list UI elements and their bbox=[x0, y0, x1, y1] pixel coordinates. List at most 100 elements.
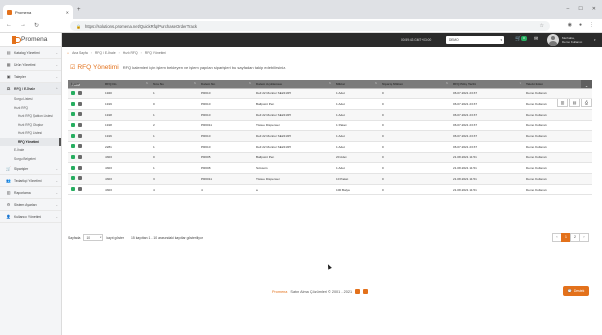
edit-icon[interactable] bbox=[71, 133, 75, 138]
profile-icon[interactable]: ● bbox=[579, 22, 582, 28]
sidebar-item-rfq[interactable]: ⚖ RFQ / E-İhale ⌃ bbox=[0, 83, 61, 95]
company-select[interactable]: DEMO ▾ bbox=[446, 36, 504, 44]
message-icon[interactable]: ✉ bbox=[534, 36, 538, 42]
user-info[interactable]: Merhaba, Demo Kullanıcı bbox=[562, 36, 582, 44]
maximize-icon[interactable]: ☐ bbox=[578, 6, 582, 12]
breadcrumb-home[interactable]: Ana Sayfa bbox=[72, 51, 88, 55]
cell-sira-no: 0 bbox=[150, 98, 198, 110]
edit-icon[interactable] bbox=[71, 176, 75, 181]
sidebar-item-tedarikci[interactable]: 👥 Tedarikçi Yönetimi ⌄ bbox=[0, 175, 61, 187]
sort-icon: ⇅ bbox=[248, 82, 251, 85]
extension-icon[interactable]: ◉ bbox=[568, 22, 572, 28]
sidebar-sub-e-ihale[interactable]: E-İhale bbox=[0, 146, 61, 155]
pagination-info: 15 kayıttan 1 - 10 arasındaki kayıtlar g… bbox=[130, 235, 203, 240]
edit-icon[interactable] bbox=[71, 90, 75, 95]
sidebar-item-siparisler[interactable]: 🛒 Siparişler ⌄ bbox=[0, 163, 61, 175]
cell-rfq-no: 4303 bbox=[102, 162, 150, 174]
sidebar-sub-sorgu-listesi[interactable]: Sorgu Listesi bbox=[0, 95, 61, 104]
new-tab-icon[interactable]: + bbox=[77, 7, 81, 13]
cell-siparis: 0 bbox=[379, 152, 450, 164]
row-actions bbox=[68, 141, 102, 153]
page-title: RFQ Yönetimi bbox=[77, 64, 119, 71]
caret-down-icon: ▾ bbox=[100, 236, 102, 239]
cell-aciklama: Tissue Dispenser bbox=[253, 120, 333, 132]
row-actions bbox=[68, 162, 102, 174]
chevron-down-icon: ⌄ bbox=[55, 202, 58, 207]
col-kalem-no[interactable]: Kalem No ⇅ bbox=[198, 80, 253, 89]
support-chat-button[interactable]: 💬 Destek bbox=[563, 286, 589, 296]
col-siparis-miktari[interactable]: Sipariş Miktarı ⇅ bbox=[379, 80, 450, 89]
detail-icon[interactable] bbox=[78, 133, 82, 138]
close-tab-icon[interactable]: ✕ bbox=[66, 10, 69, 15]
cell-sira-no: 1 bbox=[150, 130, 198, 142]
url-field[interactable]: 🔒 https://solutions.promena.net/QuickRfq… bbox=[70, 21, 550, 31]
sidebar-item-talepler[interactable]: ▣ Talepler ⌄ bbox=[0, 71, 61, 83]
edit-icon[interactable] bbox=[71, 187, 75, 192]
next-page-button[interactable]: › bbox=[579, 233, 589, 242]
edit-icon[interactable] bbox=[71, 122, 75, 127]
cell-aciklama: a bbox=[253, 184, 333, 196]
col-rfq-bitis[interactable]: RFQ Bitiş Tarihi ▾ bbox=[450, 80, 523, 89]
breadcrumb-hizli-rfq[interactable]: Hızlı RFQ bbox=[123, 51, 138, 55]
user-menu-caret-icon[interactable]: ▾ bbox=[594, 38, 596, 42]
detail-icon[interactable] bbox=[78, 176, 82, 181]
row-actions bbox=[68, 173, 102, 185]
detail-icon[interactable] bbox=[78, 90, 82, 95]
reload-icon[interactable]: ↻ bbox=[34, 22, 39, 29]
edit-icon[interactable] bbox=[71, 101, 75, 106]
back-icon[interactable]: ← bbox=[6, 22, 12, 29]
sidebar-item-kullanici[interactable]: 👤 Kullanıcı Yönetimi ⌄ bbox=[0, 211, 61, 223]
page-header: ☑ RFQ Yönetimi RFQ kalemleri için işlem … bbox=[70, 64, 286, 71]
col-rfq-no[interactable]: RFQ No ⇅ bbox=[102, 80, 150, 89]
detail-icon[interactable] bbox=[78, 187, 82, 192]
sidebar-sub-sorgu-belgeleri[interactable]: Sorgu Belgeleri bbox=[0, 155, 61, 164]
sidebar-sub-rfq-listesi[interactable]: Hızlı RFQ Listesi bbox=[0, 129, 61, 138]
browser-tabstrip: Promena ✕ + – ☐ ✕ bbox=[0, 0, 602, 19]
page-size-select[interactable]: 10 ▾ bbox=[83, 234, 104, 241]
cell-aciklama: Ballpoint Pen bbox=[253, 98, 333, 110]
col-kalem-aciklamasi[interactable]: Kalem Açıklaması ⇅ bbox=[253, 80, 333, 89]
edit-icon[interactable] bbox=[71, 154, 75, 159]
detail-icon[interactable] bbox=[78, 112, 82, 117]
cell-tarih: 21.08.2021 11:51 bbox=[450, 184, 523, 196]
cell-tarih: 06.07.2021 23:37 bbox=[450, 130, 523, 142]
sidebar-item-sistem[interactable]: ⚙ Sistem Ayarları ⌄ bbox=[0, 199, 61, 211]
table-row: 4303 3 PR0011 Tissue Dispenser 10 Paket 0 21.0… bbox=[68, 173, 592, 185]
cell-aciklama: Dell 22 Monitor SE2219H bbox=[253, 130, 333, 142]
breadcrumb-rfq[interactable]: RFQ / E-İhale bbox=[95, 51, 116, 55]
sidebar-item-katalog[interactable]: ▤ Katalog Yönetimi ⌄ bbox=[0, 47, 61, 59]
col-islem[interactable]: İşlem bbox=[68, 80, 102, 89]
table-header-row: İşlem RFQ No ⇅ Sıra No ⇅ Kalem No ⇅ Kalem A… bbox=[68, 80, 592, 89]
sidebar-sub-hizli-rfq[interactable]: Hızlı RFQ bbox=[0, 104, 61, 113]
edit-icon[interactable] bbox=[71, 112, 75, 117]
sidebar-sub-sablon-listesi[interactable]: Hızlı RFQ Şablon Listesi bbox=[0, 112, 61, 121]
table-row: 4303 1 PR008 Scissors 1 Adet 0 21.08.2021 11:5… bbox=[68, 162, 592, 174]
social-icon[interactable] bbox=[363, 289, 369, 294]
cell-sira-no: 1 bbox=[150, 162, 198, 174]
col-sira-no[interactable]: Sıra No ⇅ bbox=[150, 80, 198, 89]
browser-tab[interactable]: Promena ✕ bbox=[3, 5, 73, 19]
close-window-icon[interactable]: ✕ bbox=[592, 6, 596, 12]
forward-icon[interactable]: → bbox=[20, 22, 26, 29]
col-miktar[interactable]: Miktar ⇅ bbox=[333, 80, 379, 89]
detail-icon[interactable] bbox=[78, 165, 82, 170]
minimize-icon[interactable]: – bbox=[567, 6, 570, 12]
detail-icon[interactable] bbox=[78, 101, 82, 106]
sidebar-sub-rfq-olustur[interactable]: Hızlı RFQ Oluştur bbox=[0, 121, 61, 130]
detail-icon[interactable] bbox=[78, 144, 82, 149]
edit-icon[interactable] bbox=[71, 144, 75, 149]
avatar[interactable] bbox=[547, 34, 559, 46]
edit-icon[interactable] bbox=[71, 165, 75, 170]
breadcrumb-separator-icon: › bbox=[118, 51, 120, 55]
cell-sira-no: 0 bbox=[150, 152, 198, 164]
browser-menu-icon[interactable]: ⋮ bbox=[589, 22, 594, 28]
sidebar-item-urun[interactable]: ▦ Ürün Yönetimi ⌄ bbox=[0, 59, 61, 71]
sidebar-sub-rfq-yonetimi[interactable]: RFQ Yönetimi bbox=[0, 137, 61, 146]
social-icon[interactable] bbox=[355, 289, 361, 294]
brand-logo[interactable]: Promena bbox=[0, 33, 61, 47]
detail-icon[interactable] bbox=[78, 154, 82, 159]
detail-icon[interactable] bbox=[78, 122, 82, 127]
sidebar-item-raporlama[interactable]: ▥ Raporlama ⌄ bbox=[0, 187, 61, 199]
bookmark-star-icon[interactable]: ☆ bbox=[540, 23, 544, 29]
col-talep-eden[interactable]: Talebi Eden bbox=[523, 80, 592, 89]
